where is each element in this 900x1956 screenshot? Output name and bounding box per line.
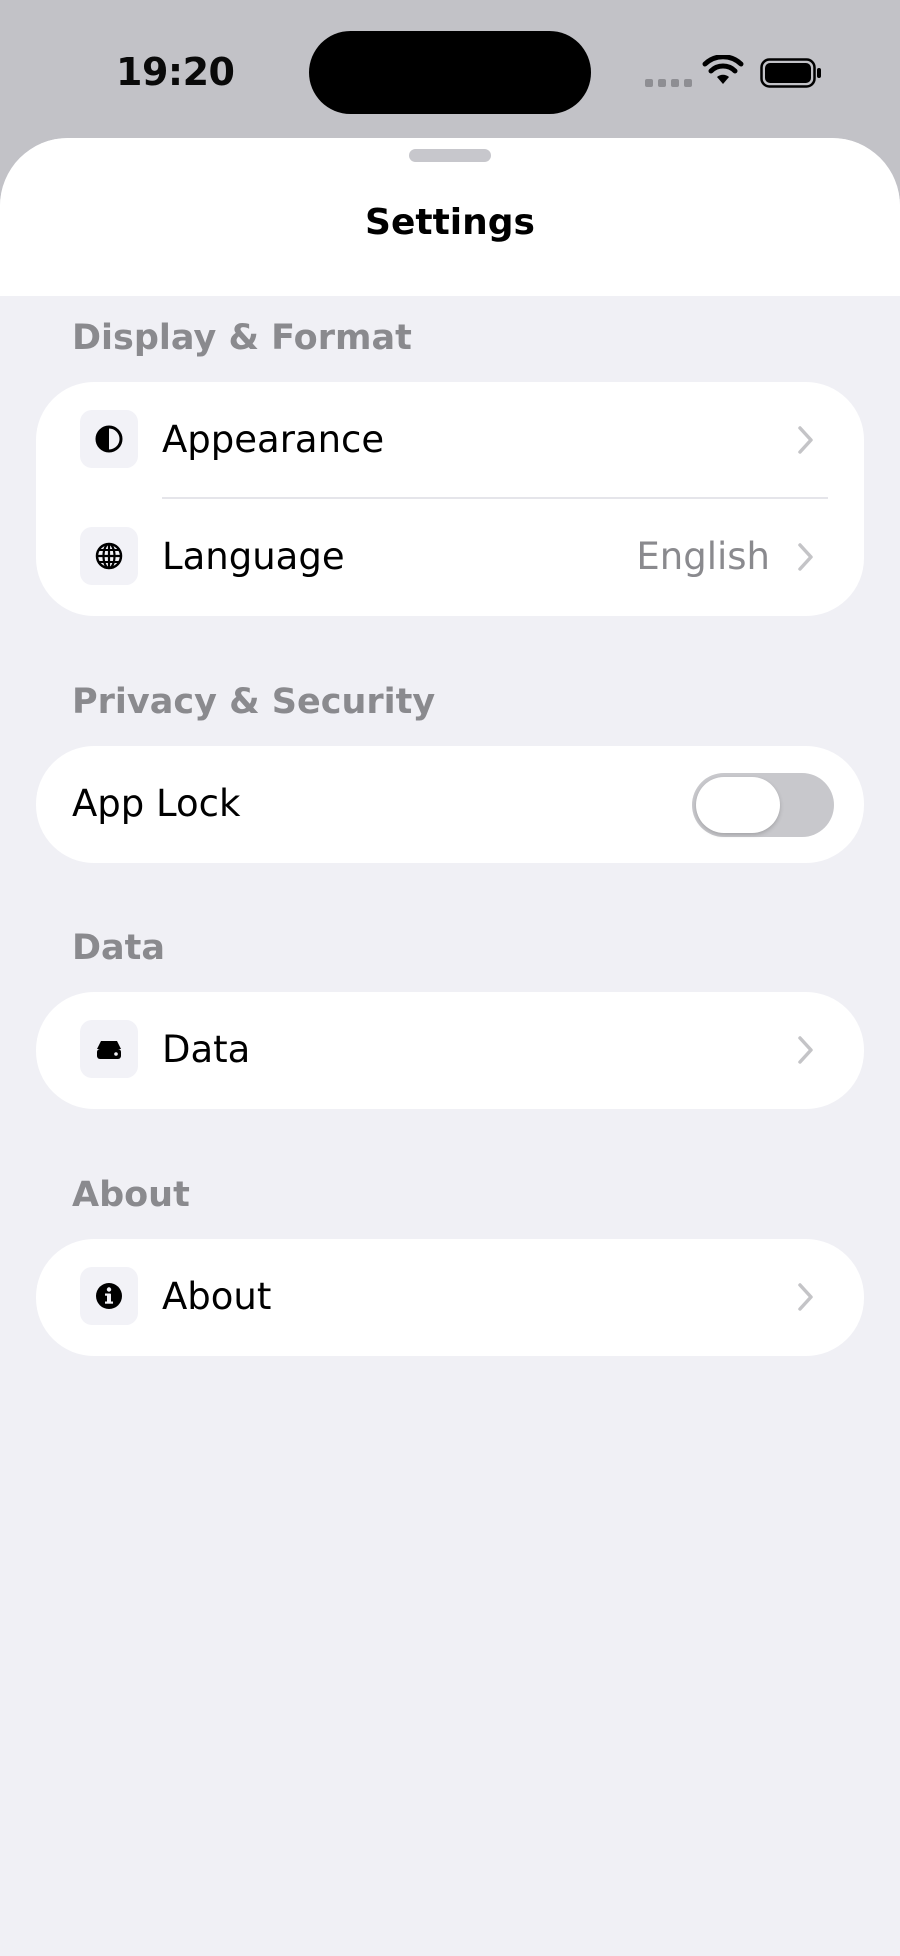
dynamic-island bbox=[309, 31, 591, 114]
app-lock-toggle[interactable] bbox=[692, 773, 834, 837]
row-language[interactable]: Language English bbox=[36, 499, 864, 616]
row-app-lock: App Lock bbox=[36, 746, 864, 863]
info-icon bbox=[80, 1267, 138, 1325]
row-about[interactable]: About bbox=[36, 1239, 864, 1356]
wifi-icon bbox=[702, 55, 744, 84]
page-title: Settings bbox=[365, 202, 535, 243]
card-about: About bbox=[36, 1239, 864, 1356]
row-appearance[interactable]: Appearance bbox=[36, 382, 864, 499]
row-label-data: Data bbox=[162, 1028, 251, 1071]
sheet-grabber-handle[interactable] bbox=[409, 149, 491, 162]
section-header-privacy-security: Privacy & Security bbox=[72, 682, 436, 722]
chevron-right-icon bbox=[798, 1283, 813, 1311]
toggle-knob bbox=[696, 777, 780, 833]
section-header-about: About bbox=[72, 1175, 190, 1215]
sheet-header: Settings bbox=[0, 138, 900, 296]
chevron-right-icon bbox=[798, 543, 813, 571]
section-header-display-format: Display & Format bbox=[72, 318, 412, 358]
status-time: 19:20 bbox=[116, 50, 235, 94]
battery-icon bbox=[760, 58, 821, 88]
globe-icon bbox=[80, 527, 138, 585]
cellular-signal-icon bbox=[645, 79, 692, 87]
status-bar: 19:20 bbox=[0, 0, 900, 140]
row-value-language: English bbox=[636, 535, 770, 578]
row-data[interactable]: Data bbox=[36, 992, 864, 1109]
row-label-about: About bbox=[162, 1275, 272, 1318]
storage-icon bbox=[80, 1020, 138, 1078]
section-header-data: Data bbox=[72, 928, 166, 968]
card-data: Data bbox=[36, 992, 864, 1109]
card-display-format: Appearance Language English bbox=[36, 382, 864, 616]
chevron-right-icon bbox=[798, 1036, 813, 1064]
chevron-right-icon bbox=[798, 426, 813, 454]
card-privacy-security: App Lock bbox=[36, 746, 864, 863]
settings-sheet: Settings Display & Format Appearance Lan… bbox=[0, 138, 900, 1956]
appearance-icon bbox=[80, 410, 138, 468]
row-label-language: Language bbox=[162, 535, 345, 578]
row-label-app-lock: App Lock bbox=[72, 782, 241, 825]
row-label-appearance: Appearance bbox=[162, 418, 385, 461]
